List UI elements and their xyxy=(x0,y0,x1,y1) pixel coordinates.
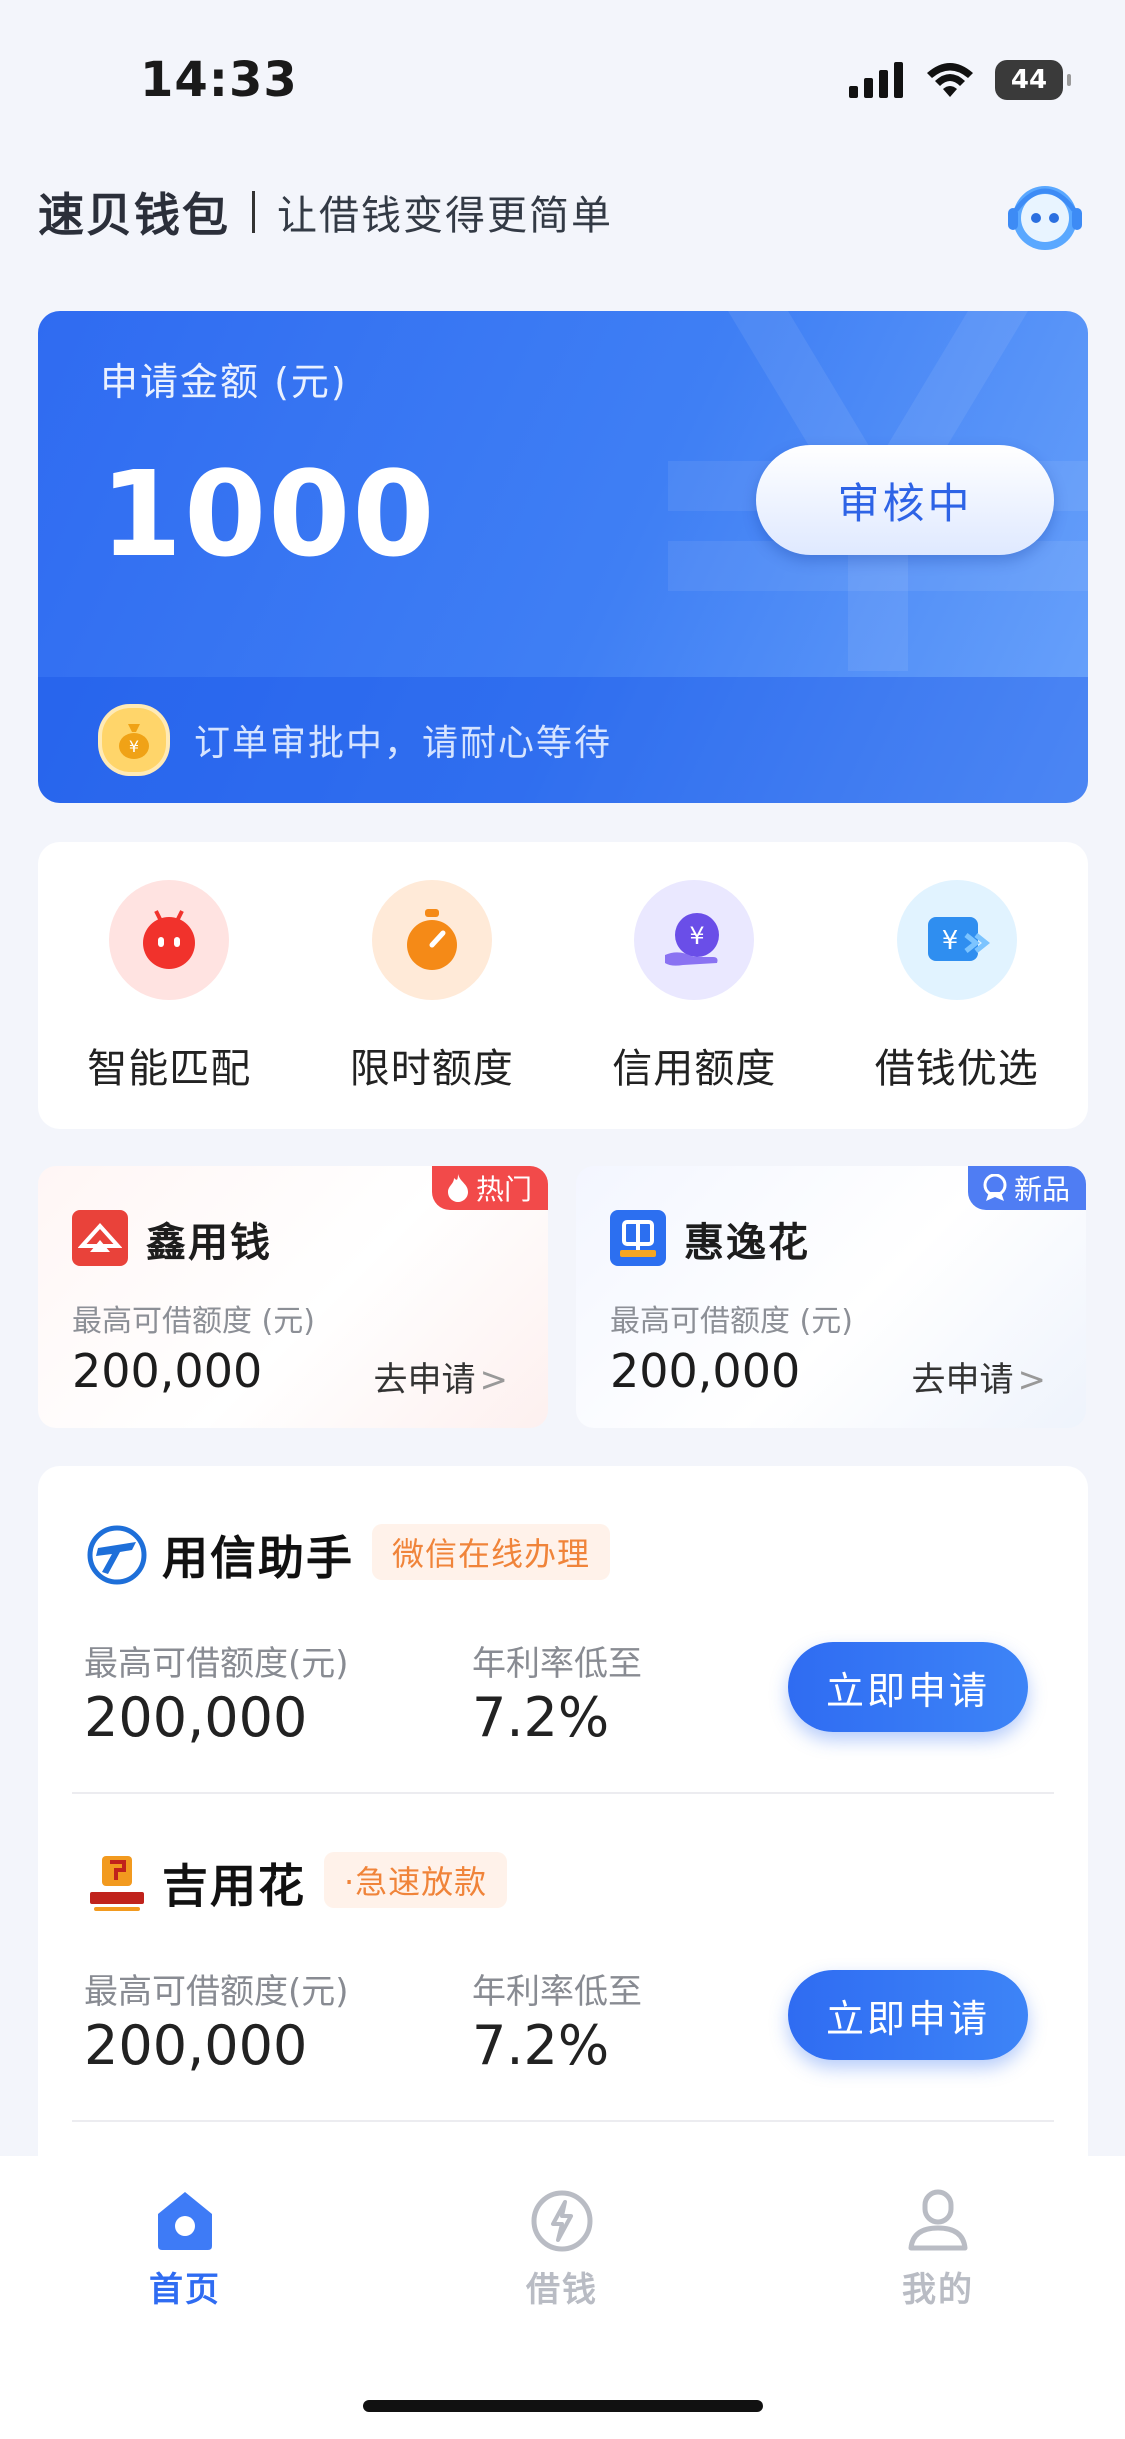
promo-apply-text: 去申请 xyxy=(911,1360,1014,1400)
promo-card-huiyihua[interactable]: 新品 惠逸花 最高可借额度 (元) 200,000 去申请 > xyxy=(576,1166,1086,1428)
promo-amount: 200,000 xyxy=(610,1344,801,1398)
xinyongqian-logo-icon xyxy=(72,1210,128,1266)
signal-icon xyxy=(849,62,903,98)
yongxin-logo-icon xyxy=(87,1525,147,1585)
tab-mine[interactable]: 我的 xyxy=(843,2188,1033,2311)
list-item: 用信助手 微信在线办理 最高可借额度(元) 200,000 年利率低至 7.2%… xyxy=(38,1466,1088,1794)
quick-action-label: 智能匹配 xyxy=(87,1046,252,1092)
product-name: 用信助手 xyxy=(162,1531,354,1585)
svg-text:¥: ¥ xyxy=(941,926,958,956)
jiyonghua-logo-icon xyxy=(90,1856,144,1911)
promo-sub-label: 最高可借额度 (元) xyxy=(72,1304,315,1339)
home-indicator[interactable] xyxy=(363,2400,763,2412)
tab-label: 我的 xyxy=(902,2270,974,2310)
user-icon xyxy=(908,2189,968,2251)
promo-apply-text: 去申请 xyxy=(373,1360,476,1400)
hot-tag-text: 热门 xyxy=(475,1173,532,1206)
max-amount-label: 最高可借额度(元) xyxy=(84,1972,349,2012)
quick-action-limited-quota[interactable]: 限时额度 xyxy=(301,842,564,1129)
application-status-card: 申请金额 (元) 1000 审核中 ¥ 订单审批中，请耐心等待 xyxy=(38,311,1088,803)
tab-bar: 首页 借钱 我的 xyxy=(0,2156,1125,2439)
battery-icon: 44 xyxy=(995,60,1071,100)
chevron-right-icon: > xyxy=(1017,1360,1047,1400)
yuan-hand-icon: ¥ xyxy=(634,880,755,1000)
promo-apply-link[interactable]: 去申请 > xyxy=(374,1352,509,1401)
quick-action-label: 限时额度 xyxy=(349,1046,514,1092)
tab-label: 借钱 xyxy=(526,2270,598,2310)
max-amount-value: 200,000 xyxy=(84,2014,308,2077)
money-bag-icon: ¥ xyxy=(98,704,170,776)
row-divider xyxy=(72,2120,1054,2122)
list-item: 吉用花 ·急速放款 最高可借额度(元) 200,000 年利率低至 7.2% 立… xyxy=(38,1794,1088,2122)
quick-action-smart-match[interactable]: 智能匹配 xyxy=(38,842,301,1129)
chevron-right-icon: > xyxy=(479,1360,509,1400)
rate-value: 7.2% xyxy=(472,1686,610,1749)
status-icons: 44 xyxy=(849,60,1071,100)
product-list: 用信助手 微信在线办理 最高可借额度(元) 200,000 年利率低至 7.2%… xyxy=(38,1466,1088,2166)
new-tag-text: 新品 xyxy=(1013,1173,1070,1206)
customer-service-icon[interactable] xyxy=(1002,172,1088,258)
brand-name: 速贝钱包 xyxy=(38,188,230,242)
promo-apply-link[interactable]: 去申请 > xyxy=(912,1352,1047,1401)
promo-name: 鑫用钱 xyxy=(146,1220,272,1266)
review-status-button[interactable]: 审核中 xyxy=(756,445,1054,555)
hero-notice: ¥ 订单审批中，请耐心等待 xyxy=(38,677,1088,803)
product-tag: ·急速放款 xyxy=(324,1852,508,1908)
amount-value: 1000 xyxy=(100,445,437,583)
new-tag: 新品 xyxy=(967,1166,1086,1210)
notice-text: 订单审批中，请耐心等待 xyxy=(194,723,613,764)
max-amount-value: 200,000 xyxy=(84,1686,308,1749)
battery-level: 44 xyxy=(1010,65,1048,95)
flame-icon xyxy=(447,1174,468,1202)
lightning-icon xyxy=(531,2190,593,2252)
apply-now-button[interactable]: 立即申请 xyxy=(788,1642,1028,1732)
quick-action-preferred-loan[interactable]: ¥ 借钱优选 xyxy=(826,842,1089,1129)
promo-amount: 200,000 xyxy=(72,1344,263,1398)
tab-borrow[interactable]: 借钱 xyxy=(467,2188,657,2311)
rate-label: 年利率低至 xyxy=(472,1644,642,1684)
tab-home[interactable]: 首页 xyxy=(90,2188,280,2311)
status-bar: 14:33 44 xyxy=(0,0,1125,160)
home-icon xyxy=(158,2192,212,2250)
svg-text:¥: ¥ xyxy=(690,922,705,950)
product-name: 吉用花 xyxy=(162,1859,306,1913)
badge-icon xyxy=(983,1174,1007,1201)
apply-now-button[interactable]: 立即申请 xyxy=(788,1970,1028,2060)
wifi-icon xyxy=(927,63,973,97)
rate-value: 7.2% xyxy=(472,2014,610,2077)
amount-label: 申请金额 (元) xyxy=(100,360,348,404)
promo-sub-label: 最高可借额度 (元) xyxy=(610,1304,853,1339)
quick-action-credit-quota[interactable]: ¥ 信用额度 xyxy=(563,842,826,1129)
promo-name: 惠逸花 xyxy=(684,1220,810,1266)
yuan-transfer-icon: ¥ xyxy=(896,880,1017,1000)
status-time: 14:33 xyxy=(140,52,298,108)
rate-label: 年利率低至 xyxy=(472,1972,642,2012)
header-divider xyxy=(252,191,255,233)
app-header: 速贝钱包 让借钱变得更简单 xyxy=(38,172,1088,252)
quick-action-label: 信用额度 xyxy=(612,1046,777,1092)
quick-action-label: 借钱优选 xyxy=(874,1046,1039,1092)
product-tag: 微信在线办理 xyxy=(372,1524,611,1580)
robot-icon xyxy=(109,880,230,1000)
stopwatch-icon xyxy=(371,880,492,1000)
brand-slogan: 让借钱变得更简单 xyxy=(277,193,613,239)
quick-actions: 智能匹配 限时额度 ¥ 信用额度 ¥ 借钱优选 xyxy=(38,842,1088,1129)
max-amount-label: 最高可借额度(元) xyxy=(84,1644,349,1684)
promo-card-xinyongqian[interactable]: 热门 鑫用钱 最高可借额度 (元) 200,000 去申请 > xyxy=(38,1166,548,1428)
huiyihua-logo-icon xyxy=(610,1210,666,1266)
hot-tag: 热门 xyxy=(431,1166,548,1210)
tab-label: 首页 xyxy=(149,2270,221,2310)
svg-text:¥: ¥ xyxy=(129,737,139,756)
